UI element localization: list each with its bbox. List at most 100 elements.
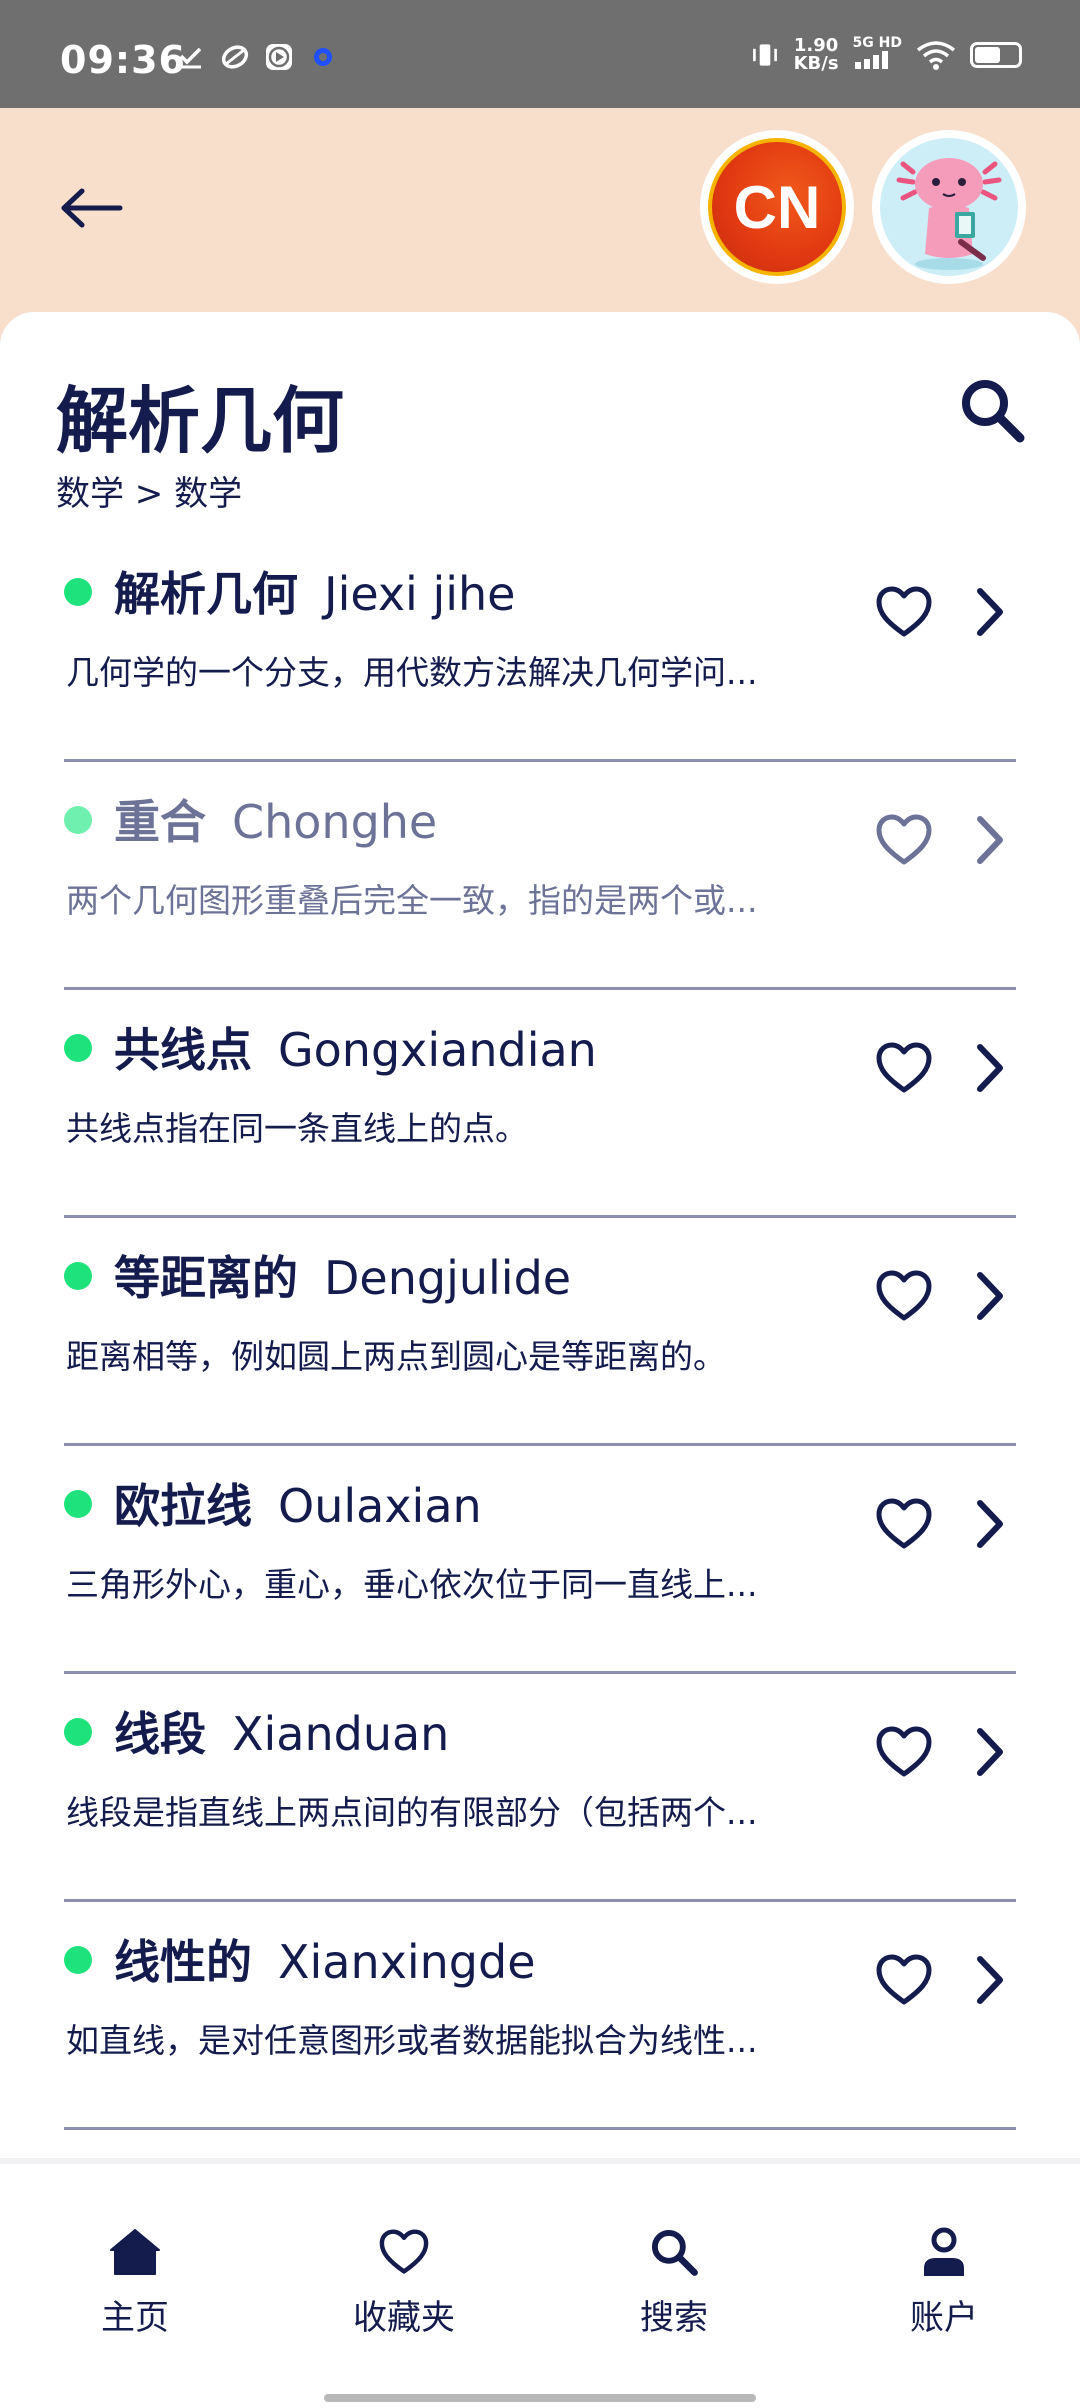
favorite-button[interactable] <box>868 1716 940 1788</box>
favorite-button[interactable] <box>868 1260 940 1332</box>
open-item-button[interactable] <box>960 576 1020 648</box>
status-bar: 09:36 1.90 KB/s 5G HD <box>0 0 1080 108</box>
battery-icon <box>970 41 1022 68</box>
net-speed-unit: KB/s <box>793 52 839 74</box>
header: CN <box>0 108 1080 313</box>
wifi-icon <box>916 40 956 70</box>
favorite-button[interactable] <box>868 1488 940 1560</box>
status-dot <box>64 1034 92 1062</box>
open-item-button[interactable] <box>960 1032 1020 1104</box>
item-description: 共线点指在同一条直线上的点。 <box>66 1109 528 1148</box>
axolotl-avatar-icon <box>880 138 1018 276</box>
signal-group: 5G HD <box>853 36 902 73</box>
favorite-button[interactable] <box>868 804 940 876</box>
item-title: 线段 Xianduan <box>114 1698 449 1764</box>
list-item[interactable]: 解析几何 Jiexi jihe 几何学的一个分支，用代数方法解决几何学问... <box>0 534 1080 762</box>
net-speed: 1.90 KB/s <box>793 34 839 74</box>
item-description: 距离相等，例如圆上两点到圆心是等距离的。 <box>66 1337 726 1376</box>
list-item[interactable]: 等距离的 Dengjulide 距离相等，例如圆上两点到圆心是等距离的。 <box>0 1218 1080 1446</box>
page-title: 解析几何 <box>56 379 345 463</box>
sync-icon <box>220 42 250 72</box>
status-dot <box>64 1946 92 1974</box>
list-item[interactable]: 线性的 Xianxingde 如直线，是对任意图形或者数据能拟合为线性... <box>0 1902 1080 2130</box>
chevron-right-icon <box>977 588 1003 636</box>
item-hanzi: 重合 <box>114 795 206 849</box>
status-system-icons: 1.90 KB/s 5G HD <box>750 36 1022 73</box>
item-hanzi: 线性的 <box>114 1935 252 1989</box>
list-item[interactable]: 共线点 Gongxiandian 共线点指在同一条直线上的点。 <box>0 990 1080 1218</box>
heart-icon <box>876 1270 932 1321</box>
home-indicator[interactable] <box>324 2394 756 2402</box>
main-content: 解析几何 数学 > 数学 解析几何 Jiexi jihe 几何学的一个分支，用代数… <box>0 312 1080 2158</box>
status-dot <box>64 1718 92 1746</box>
search-icon <box>962 380 1025 443</box>
item-pinyin: Gongxiandian <box>278 1023 597 1077</box>
nav-favorites-label: 收藏夹 <box>353 2298 455 2338</box>
chevron-right-icon <box>977 1956 1003 2004</box>
favorite-button[interactable] <box>868 1944 940 2016</box>
battery-level <box>975 46 1001 63</box>
nav-favorites[interactable]: 收藏夹 <box>304 2222 504 2352</box>
chevron-right-icon <box>977 1728 1003 1776</box>
status-dot <box>64 806 92 834</box>
item-title: 线性的 Xianxingde <box>114 1926 536 1992</box>
nav-home[interactable]: 主页 <box>35 2222 235 2352</box>
item-title: 解析几何 Jiexi jihe <box>114 558 515 624</box>
favorite-button[interactable] <box>868 576 940 648</box>
list-item[interactable]: 欧拉线 Oulaxian 三角形外心，重心，垂心依次位于同一直线上... <box>0 1446 1080 1674</box>
open-item-button[interactable] <box>960 1488 1020 1560</box>
nav-search-label: 搜索 <box>640 2298 708 2338</box>
open-item-button[interactable] <box>960 1716 1020 1788</box>
item-description: 线段是指直线上两点间的有限部分（包括两个... <box>66 1793 758 1832</box>
heart-icon <box>876 1726 932 1777</box>
network-generation: 5G HD <box>852 35 902 51</box>
open-item-button[interactable] <box>960 804 1020 876</box>
nav-account[interactable]: 账户 <box>844 2222 1044 2352</box>
item-description: 两个几何图形重叠后完全一致，指的是两个或... <box>66 881 758 920</box>
chevron-right-icon <box>977 816 1003 864</box>
chevron-right-icon <box>977 1272 1003 1320</box>
nav-account-label: 账户 <box>910 2298 978 2338</box>
status-dot <box>64 1262 92 1290</box>
heart-icon <box>876 1954 932 2005</box>
status-notification-icons <box>176 42 338 72</box>
heart-icon <box>876 814 932 865</box>
item-pinyin: Dengjulide <box>324 1251 572 1305</box>
item-title: 等距离的 Dengjulide <box>114 1242 571 1308</box>
play-icon <box>264 42 294 72</box>
nav-search[interactable]: 搜索 <box>574 2222 774 2352</box>
bottom-nav: 主页 收藏夹 搜索 账户 <box>0 2158 1080 2408</box>
back-button[interactable] <box>52 168 132 248</box>
status-time: 09:36 <box>60 38 186 82</box>
item-title: 欧拉线 Oulaxian <box>114 1470 482 1536</box>
favorite-button[interactable] <box>868 1032 940 1104</box>
net-speed-value: 1.90 <box>793 34 839 56</box>
vibrate-icon <box>750 40 780 70</box>
language-badge[interactable]: CN <box>700 130 854 284</box>
check-download-icon <box>176 42 206 72</box>
item-description: 三角形外心，重心，垂心依次位于同一直线上... <box>66 1565 758 1604</box>
item-hanzi: 解析几何 <box>114 567 298 621</box>
chevron-right-icon <box>977 1044 1003 1092</box>
heart-icon <box>876 1498 932 1549</box>
heart-icon <box>876 1042 932 1093</box>
person-icon <box>914 2222 974 2282</box>
breadcrumb[interactable]: 数学 > 数学 <box>56 466 242 515</box>
item-title: 共线点 Gongxiandian <box>114 1014 597 1080</box>
search-button[interactable] <box>952 370 1032 450</box>
search-icon <box>644 2222 704 2282</box>
nav-home-label: 主页 <box>101 2298 169 2338</box>
open-item-button[interactable] <box>960 1944 1020 2016</box>
item-pinyin: Xianduan <box>232 1707 450 1761</box>
language-badge-label: CN <box>708 138 846 276</box>
open-item-button[interactable] <box>960 1260 1020 1332</box>
item-hanzi: 共线点 <box>114 1023 252 1077</box>
profile-avatar[interactable] <box>872 130 1026 284</box>
list-item[interactable]: 重合 Chonghe 两个几何图形重叠后完全一致，指的是两个或... <box>0 762 1080 990</box>
status-dot <box>64 578 92 606</box>
heart-icon <box>374 2222 434 2282</box>
list-item[interactable]: 线段 Xianduan 线段是指直线上两点间的有限部分（包括两个... <box>0 1674 1080 1902</box>
home-icon <box>105 2222 165 2282</box>
item-hanzi: 线段 <box>114 1707 206 1761</box>
term-list: 解析几何 Jiexi jihe 几何学的一个分支，用代数方法解决几何学问... 重… <box>0 534 1080 2130</box>
